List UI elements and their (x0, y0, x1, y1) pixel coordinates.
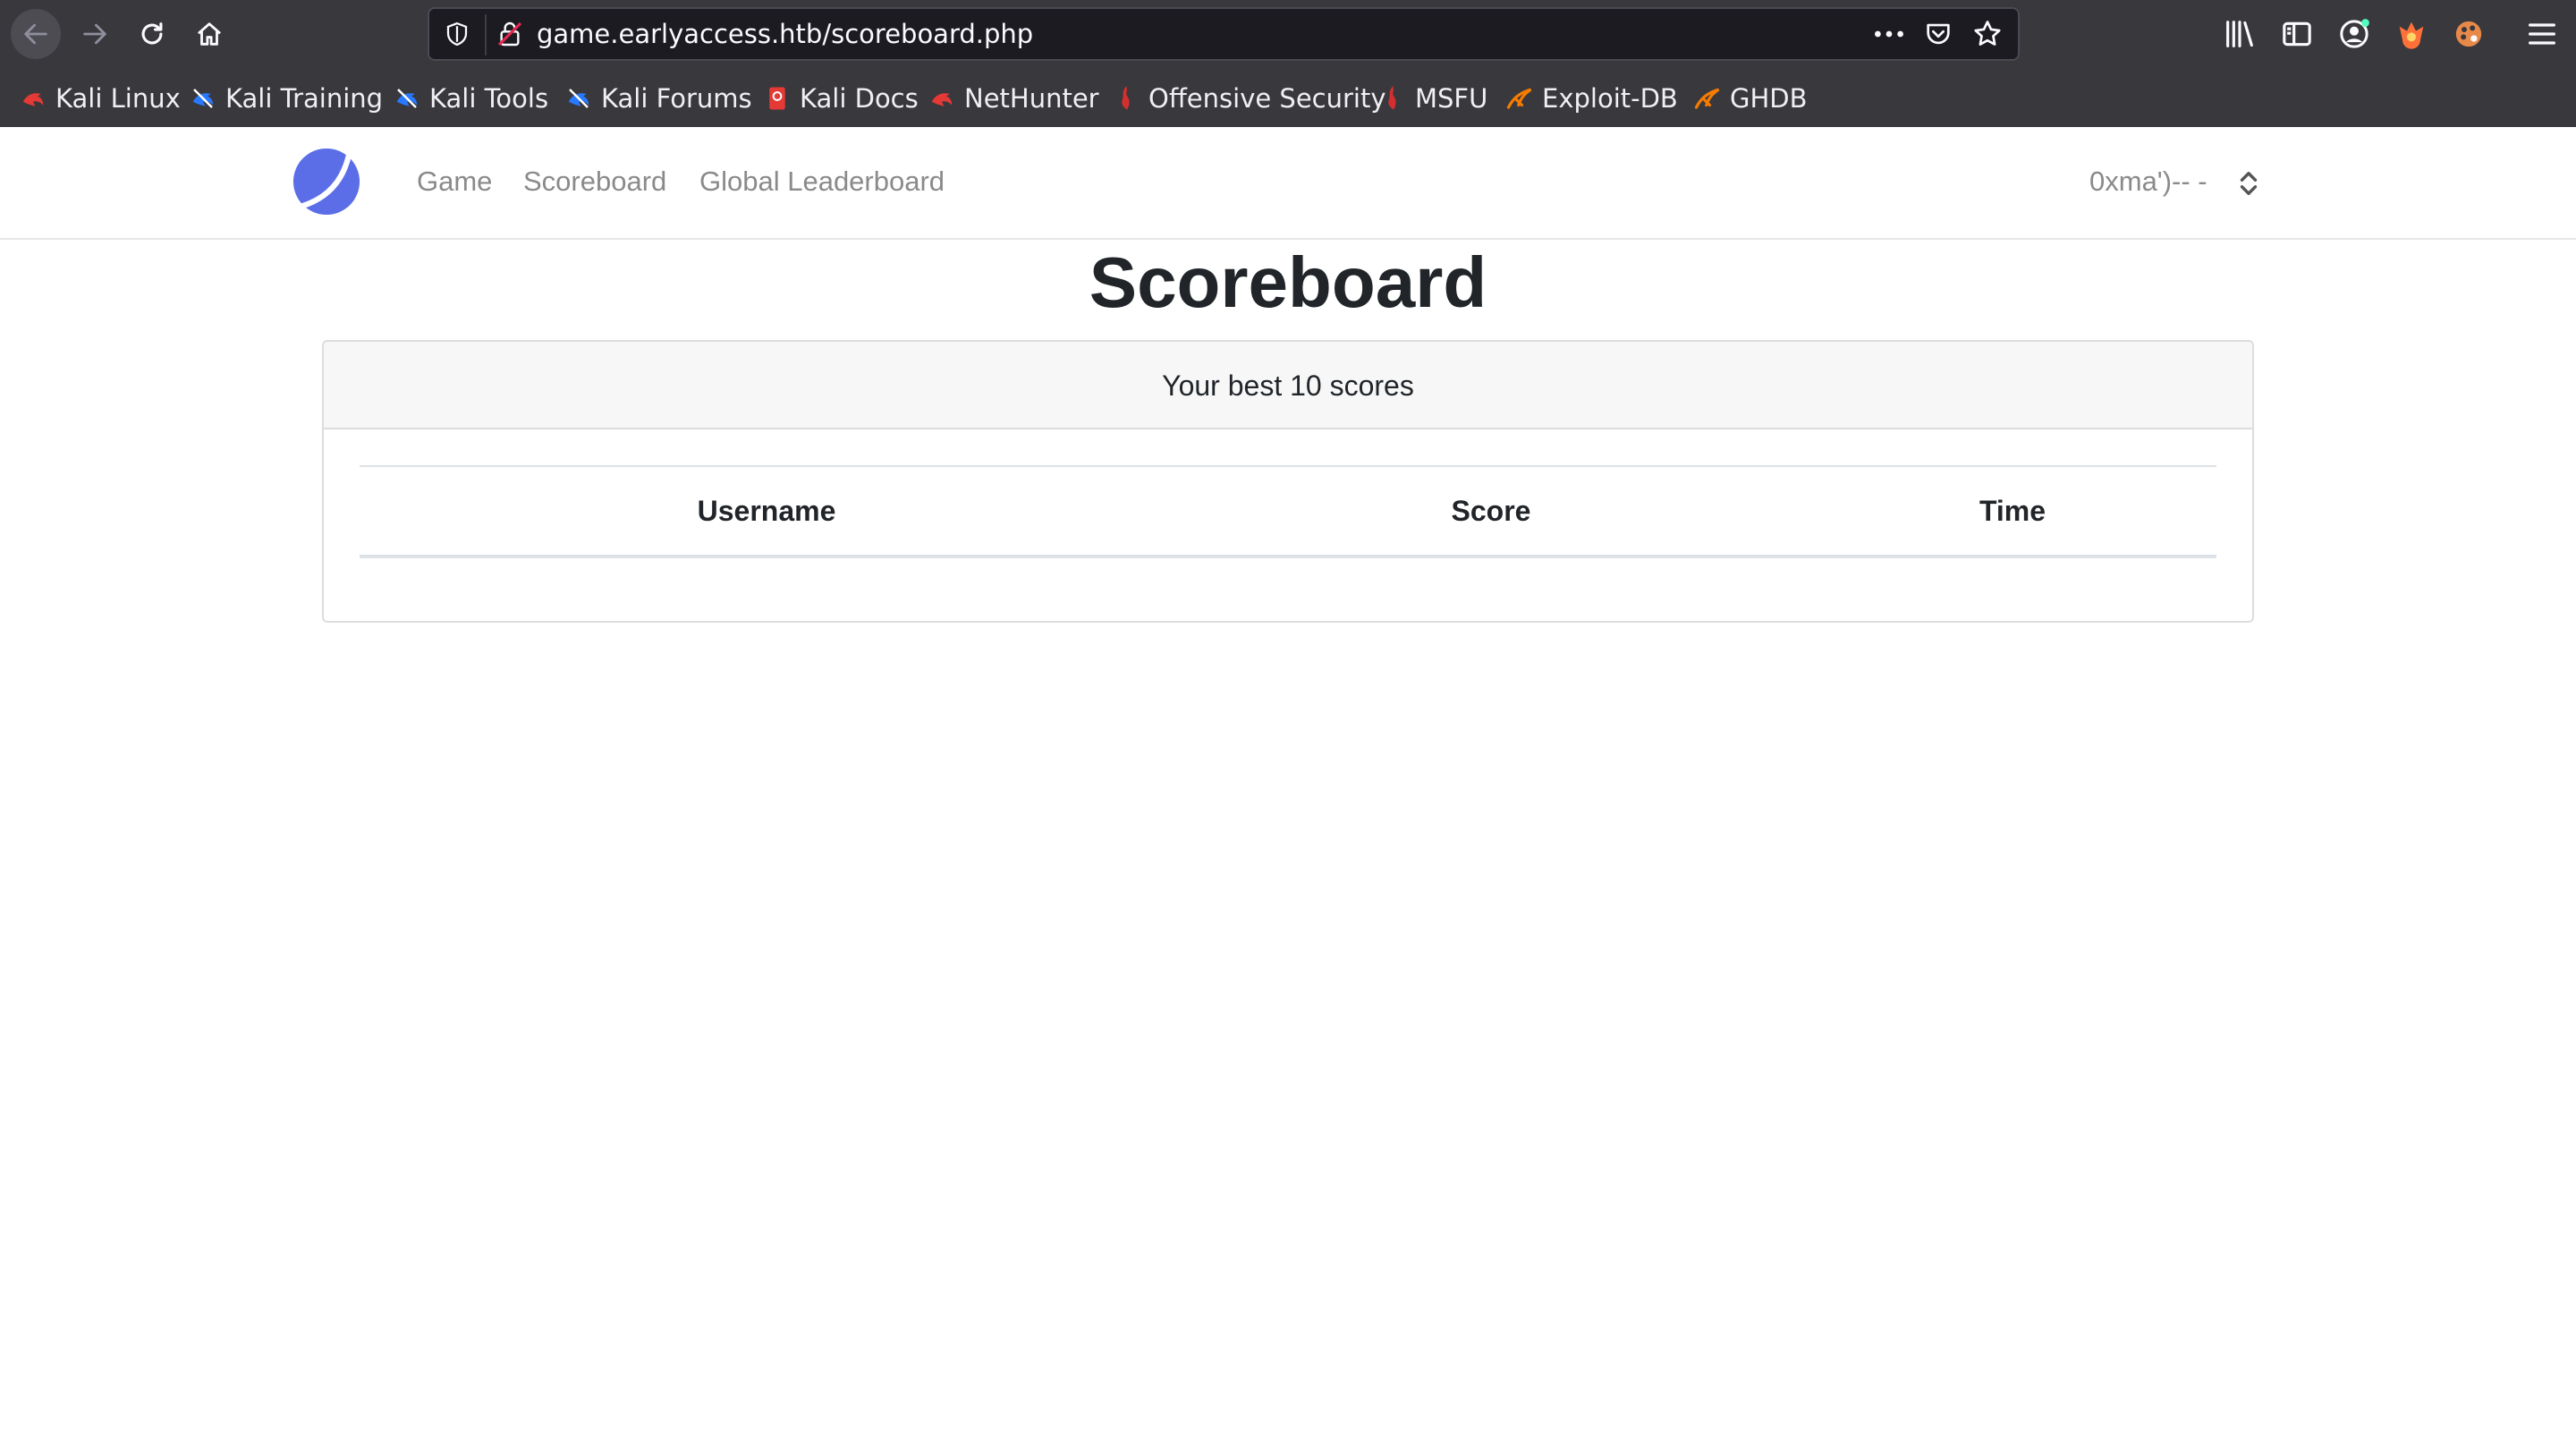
bookmarks-toolbar: Kali Linux Kali Training Kali Tools Kali… (0, 70, 2576, 127)
planet-logo-icon[interactable] (292, 147, 361, 217)
arrow-right-icon (83, 23, 106, 45)
arrow-left-icon (24, 23, 47, 45)
bookmark-kali-linux[interactable]: Kali Linux (20, 70, 181, 127)
browser-toolbar: game.earlyaccess.htb/scoreboard.php (0, 0, 2576, 68)
pocket-icon[interactable] (1923, 19, 1953, 49)
insecure-lock-icon[interactable] (496, 20, 524, 48)
home-button[interactable] (184, 9, 234, 59)
bookmark-exploit-db[interactable]: Exploit-DB (1506, 70, 1678, 127)
url-separator (485, 14, 487, 55)
column-header-score: Score (1451, 495, 1531, 527)
exploitdb-icon (1506, 88, 1532, 109)
kali-forums-icon (568, 89, 589, 108)
bookmark-kali-forums[interactable]: Kali Forums (565, 70, 752, 127)
bookmark-ghdb[interactable]: GHDB (1694, 70, 1808, 127)
ghdb-icon (1694, 88, 1720, 109)
bookmark-label: Kali Training (225, 83, 384, 114)
column-header-username: Username (697, 495, 836, 527)
reload-button[interactable] (127, 9, 177, 59)
kali-tools-icon (396, 89, 418, 108)
bookmark-label: MSFU (1415, 83, 1488, 114)
page-title: Scoreboard (1089, 242, 1487, 322)
back-button[interactable] (11, 9, 61, 59)
home-icon (198, 22, 221, 46)
kali-docs-icon (769, 87, 785, 110)
bookmark-label: GHDB (1730, 83, 1808, 114)
card-header: Your best 10 scores (324, 342, 2252, 429)
bookmark-kali-training[interactable]: Kali Training (190, 70, 383, 127)
reload-icon (141, 22, 163, 45)
kali-dragon-icon (22, 93, 44, 106)
offsec-icon (1122, 86, 1130, 110)
browser-chrome: game.earlyaccess.htb/scoreboard.php Kali… (0, 0, 2576, 127)
nethunter-icon (931, 93, 953, 106)
bookmark-offensive-security[interactable]: Offensive Security (1113, 70, 1386, 127)
kali-training-icon (192, 89, 214, 108)
column-header-time: Time (1979, 495, 2046, 527)
star-icon[interactable] (1971, 18, 2004, 50)
nav-link-scoreboard[interactable]: Scoreboard (523, 161, 666, 202)
scores-card: Your best 10 scores Username Score Time (322, 340, 2254, 623)
bookmark-label: Kali Docs (800, 83, 919, 114)
bookmark-label: Kali Linux (55, 83, 181, 114)
chevron-up-down-icon[interactable] (2236, 170, 2261, 197)
library-icon[interactable] (2222, 16, 2258, 52)
bookmark-label: Offensive Security (1148, 83, 1386, 114)
extension-fox-icon[interactable] (2394, 16, 2429, 52)
url-text[interactable]: game.earlyaccess.htb/scoreboard.php (537, 9, 1033, 59)
bookmark-kali-docs[interactable]: Kali Docs (764, 70, 919, 127)
bookmark-label: Kali Tools (429, 83, 549, 114)
nav-link-game[interactable]: Game (417, 161, 492, 202)
more-horizontal-icon[interactable] (1871, 21, 1907, 47)
scores-table: Username Score Time (360, 465, 2216, 558)
site-navbar: Game Scoreboard Global Leaderboard 0xma'… (0, 127, 2576, 240)
bookmark-msfu[interactable]: MSFU (1379, 70, 1487, 127)
account-icon[interactable] (2336, 16, 2372, 52)
bookmark-nethunter[interactable]: NetHunter (928, 70, 1099, 127)
forward-button[interactable] (70, 9, 120, 59)
user-menu-toggle[interactable]: 0xma')-- - (2089, 161, 2207, 202)
sidebar-icon[interactable] (2279, 16, 2315, 52)
bookmark-kali-tools[interactable]: Kali Tools (394, 70, 548, 127)
nav-link-global-leaderboard[interactable]: Global Leaderboard (699, 161, 945, 202)
bookmark-label: NetHunter (964, 83, 1099, 114)
url-bar[interactable]: game.earlyaccess.htb/scoreboard.php (428, 7, 2020, 61)
shield-icon[interactable] (444, 21, 470, 47)
msfu-icon (1388, 86, 1396, 110)
hamburger-menu-icon[interactable] (2524, 16, 2560, 52)
extension-palette-icon[interactable] (2451, 16, 2487, 52)
bookmark-label: Exploit-DB (1542, 83, 1678, 114)
bookmark-label: Kali Forums (601, 83, 752, 114)
